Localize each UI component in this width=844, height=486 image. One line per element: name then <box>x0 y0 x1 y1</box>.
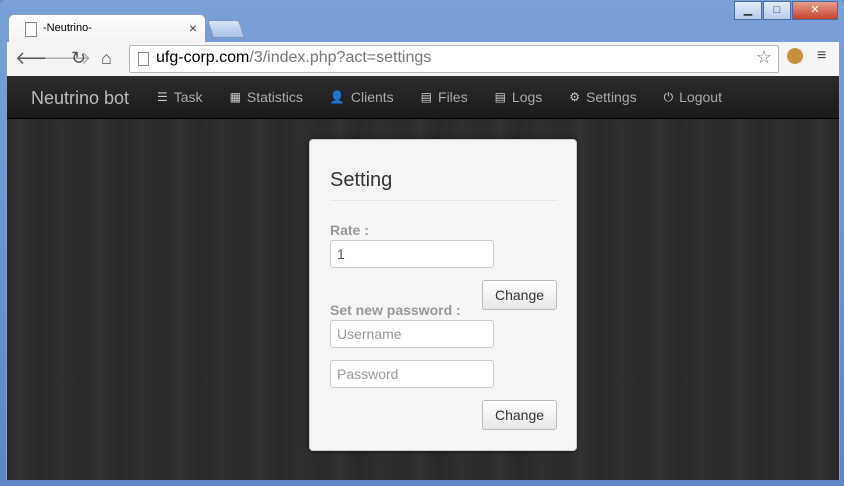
page-icon <box>138 52 149 66</box>
rate-label: Rate : <box>330 222 369 238</box>
list-icon: ☰ <box>157 90 168 104</box>
brand[interactable]: Neutrino bot <box>31 88 129 109</box>
gear-icon: ⚙ <box>569 90 581 104</box>
address-bar[interactable]: ufg-corp.com/3/index.php?act=settings ☆ <box>129 45 779 73</box>
nav-item-settings[interactable]: ⚙ Settings <box>569 76 636 118</box>
nav-item-statistics[interactable]: ▦ Statistics <box>230 76 303 118</box>
app-navbar: Neutrino bot ☰ Task ▦ Statistics 👤 Clients … <box>7 76 839 119</box>
power-icon: ⏻ <box>663 90 674 104</box>
tab-title: -Neutrino- <box>43 22 92 34</box>
page-icon <box>25 22 37 37</box>
browser-tab[interactable]: -Neutrino- × <box>8 14 206 43</box>
page-title: Setting <box>330 169 393 191</box>
change-rate-button[interactable]: Change <box>482 280 557 310</box>
nav-item-logout[interactable]: ⏻ Logout <box>664 76 722 118</box>
password-input[interactable] <box>330 360 494 388</box>
settings-card: Setting Rate : Change Set new password :… <box>309 139 577 451</box>
log-list-icon: ▤ <box>494 90 506 104</box>
tab-strip: -Neutrino- × <box>8 14 838 43</box>
rate-input[interactable] <box>330 240 494 268</box>
nav-menu: ☰ Task ▦ Statistics 👤 Clients ▤ Files ▤ Logs … <box>157 76 749 118</box>
calendar-icon: ▦ <box>229 90 241 104</box>
nav-item-task[interactable]: ☰ Task <box>157 76 203 118</box>
cookie-extension-icon[interactable] <box>787 48 803 64</box>
password-section-label: Set new password : <box>330 302 461 318</box>
username-input[interactable] <box>330 320 494 348</box>
nav-item-clients[interactable]: 👤 Clients <box>330 76 394 118</box>
file-list-icon: ▤ <box>420 90 433 104</box>
new-tab-button[interactable] <box>207 20 245 38</box>
user-icon: 👤 <box>329 90 345 104</box>
close-tab-icon[interactable]: × <box>189 20 197 36</box>
change-password-button[interactable]: Change <box>482 400 557 430</box>
menu-icon[interactable]: ≡ <box>817 47 826 65</box>
divider <box>330 200 558 201</box>
home-icon[interactable]: ⌂ <box>101 48 112 69</box>
browser-window: ▁ □ ✕ -Neutrino- × 🡐 🡒 ↻ ⌂ ufg-corp.com/… <box>0 0 844 486</box>
reload-icon[interactable]: ↻ <box>71 48 86 69</box>
browser-toolbar: 🡐 🡒 ↻ ⌂ ufg-corp.com/3/index.php?act=set… <box>6 42 840 76</box>
page-viewport: Neutrino bot ☰ Task ▦ Statistics 👤 Clients … <box>6 76 840 480</box>
url-text: ufg-corp.com/3/index.php?act=settings <box>156 49 432 66</box>
nav-item-files[interactable]: ▤ Files <box>421 76 468 118</box>
nav-item-logs[interactable]: ▤ Logs <box>495 76 543 118</box>
bookmark-star-icon[interactable]: ☆ <box>756 47 772 68</box>
